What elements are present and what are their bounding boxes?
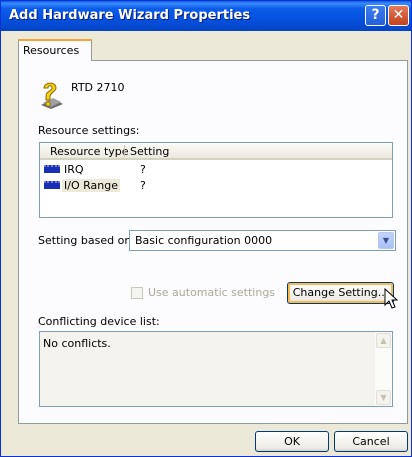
setting-based-on-label: Setting based on: <box>38 234 135 247</box>
resource-chip-icon <box>44 181 60 189</box>
chevron-down-icon[interactable]: ▼ <box>378 232 394 249</box>
use-automatic-settings-label: Use automatic settings <box>148 286 276 299</box>
help-button[interactable]: ? <box>365 5 386 26</box>
mouse-cursor-icon <box>384 288 398 309</box>
resource-setting: ? <box>140 163 146 176</box>
column-resource-type[interactable]: Resource type <box>50 145 129 158</box>
close-button[interactable]: ✕ <box>388 5 409 26</box>
resource-type: IRQ <box>64 163 84 176</box>
use-automatic-settings-checkbox[interactable] <box>131 287 143 299</box>
change-setting-button[interactable]: Change Setting... <box>287 282 394 304</box>
scroll-down-icon[interactable]: ▼ <box>376 390 391 405</box>
conflicts-scrollbar[interactable]: ▲ ▼ <box>375 332 392 406</box>
setting-based-on-select[interactable]: Basic configuration 0000 ▼ <box>129 230 396 251</box>
resource-list-header: Resource type Setting <box>40 143 392 160</box>
resource-setting: ? <box>140 179 146 192</box>
title-bar[interactable]: Add Hardware Wizard Properties ? ✕ <box>1 1 411 31</box>
column-separator <box>124 145 125 157</box>
tab-resources[interactable]: Resources <box>18 39 92 61</box>
ok-button[interactable]: OK <box>255 431 329 452</box>
device-name: RTD 2710 <box>71 81 125 94</box>
window-title: Add Hardware Wizard Properties <box>9 8 251 23</box>
scroll-up-icon[interactable]: ▲ <box>376 333 391 348</box>
question-device-icon <box>41 82 63 109</box>
resource-type: I/O Range <box>62 179 120 192</box>
conflicting-device-list: No conflicts. ▲ ▼ <box>39 331 393 407</box>
conflicts-text: No conflicts. <box>43 337 111 350</box>
conflicting-devices-label: Conflicting device list: <box>38 315 160 328</box>
cancel-button[interactable]: Cancel <box>334 431 408 452</box>
resource-list[interactable]: Resource type Setting IRQ ? I/O Range ? <box>39 142 393 218</box>
dialog-window: Add Hardware Wizard Properties ? ✕ Resou… <box>0 0 412 457</box>
resource-chip-icon <box>44 165 60 173</box>
column-setting[interactable]: Setting <box>130 145 169 158</box>
resource-settings-label: Resource settings: <box>38 124 140 137</box>
setting-based-on-value: Basic configuration 0000 <box>135 234 273 247</box>
